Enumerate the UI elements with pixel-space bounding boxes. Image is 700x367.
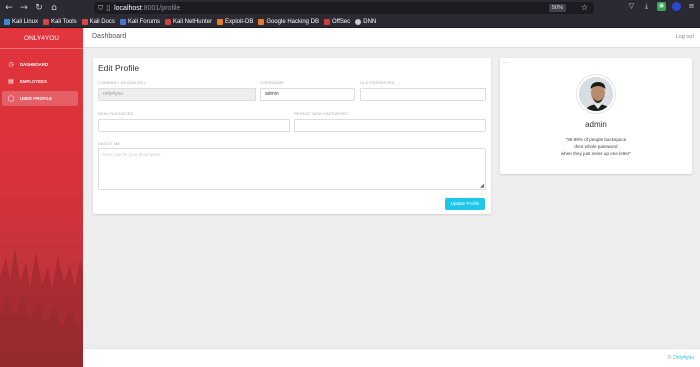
forward-icon[interactable]: →: [18, 2, 30, 14]
username-field[interactable]: admin: [260, 88, 355, 101]
download-icon[interactable]: ⤓: [642, 2, 651, 11]
sidebar-item-label: USER PROFILE: [20, 96, 53, 101]
address-bar[interactable]: ⛉ ▯ localhost:8001/profile 50% ☆: [94, 2, 594, 14]
bookmark-label: Google Hacking DB: [266, 18, 320, 25]
footer-link[interactable]: Only4you: [673, 355, 694, 361]
about-label: ABOUT ME: [98, 141, 121, 146]
quote-line: when they just mess up one letter": [560, 151, 632, 156]
back-icon[interactable]: ←: [3, 2, 15, 14]
update-profile-button[interactable]: Update Profile: [445, 198, 485, 210]
new-password-label: NEW PASSWORD: [98, 111, 134, 116]
pocket-icon[interactable]: ▽: [627, 2, 636, 11]
logout-link[interactable]: Log out: [676, 34, 694, 40]
forest-background: [0, 247, 83, 367]
top-navbar: Dashboard Log out: [83, 28, 700, 48]
bookmark-item[interactable]: Kali NetHunter: [164, 18, 212, 25]
company-field: only4you: [98, 88, 256, 101]
bookmark-favicon-icon: [324, 18, 331, 25]
bookmark-favicon-icon: [81, 18, 88, 25]
about-placeholder: Here can be your description: [103, 152, 161, 157]
bookmark-favicon-icon: [258, 18, 265, 25]
bookmark-label: Kali NetHunter: [172, 18, 212, 25]
bookmark-star-icon[interactable]: ☆: [581, 2, 588, 14]
browser-toolbar: ← → ↻ ⌂ ⛉ ▯ localhost:8001/profile 50% ☆…: [0, 0, 700, 16]
sidebar-item-label: EMPLOYEES: [20, 79, 47, 84]
url-path: :8001/profile: [141, 4, 181, 12]
username-label: USERNAME: [260, 80, 285, 85]
username-display: admin: [585, 120, 607, 129]
bookmark-label: Kali Docs: [89, 18, 115, 25]
brand-logo[interactable]: ONLY4YOU: [0, 28, 83, 49]
bookmark-label: Kali Forums: [127, 18, 160, 25]
page-title[interactable]: Dashboard: [92, 33, 126, 40]
bookmark-favicon-icon: [119, 18, 126, 25]
quote-line: "99.99% of people backspace: [565, 137, 627, 142]
shield-icon: ⛉: [98, 3, 104, 12]
new-password-field[interactable]: [98, 119, 290, 132]
bookmark-favicon-icon: [216, 18, 223, 25]
main-content: Dashboard Log out Edit Profile COMPANY (…: [83, 28, 700, 367]
quote-line: their whole password: [574, 144, 618, 149]
repeat-password-label: REPEAT NEW PASSWORD: [294, 111, 349, 116]
footer: © Only4you: [83, 348, 700, 367]
bookmark-item[interactable]: OffSec: [324, 18, 351, 25]
sidebar-item-user-profile[interactable]: ◯ USER PROFILE: [2, 91, 78, 106]
sidebar: ONLY4YOU ◷ DASHBOARD ▤ EMPLOYEES ◯ USER …: [0, 28, 83, 367]
edit-profile-card: Edit Profile COMPANY (DISABLED) only4you…: [93, 58, 491, 214]
bookmark-item[interactable]: Kali Docs: [81, 18, 115, 25]
avatar-image: [579, 77, 613, 111]
card-title: Edit Profile: [98, 63, 140, 73]
repeat-password-field[interactable]: [294, 119, 486, 132]
bookmark-item[interactable]: Kali Tools: [43, 18, 77, 25]
company-label: COMPANY (DISABLED): [98, 80, 146, 85]
menu-icon[interactable]: ≡: [687, 2, 696, 11]
clock-icon: ◷: [8, 60, 14, 68]
bookmark-favicon-icon: [355, 18, 362, 25]
sidebar-item-employees[interactable]: ▤ EMPLOYEES: [2, 74, 78, 89]
about-textarea[interactable]: Here can be your description ◢: [98, 148, 486, 190]
user-card: ... admin "99.99% of people backspace th…: [500, 58, 692, 174]
bookmark-item[interactable]: Exploit-DB: [216, 18, 254, 25]
avatar: [577, 75, 615, 113]
sidebar-item-dashboard[interactable]: ◷ DASHBOARD: [2, 57, 78, 72]
bookmark-label: Kali Tools: [51, 18, 77, 25]
home-icon[interactable]: ⌂: [48, 2, 60, 14]
bookmarks-bar: Kali Linux Kali Tools Kali Docs Kali For…: [0, 16, 700, 28]
bookmark-favicon-icon: [164, 18, 171, 25]
user-icon: ◯: [7, 94, 15, 102]
sidebar-item-label: DASHBOARD: [20, 62, 49, 67]
page: ONLY4YOU ◷ DASHBOARD ▤ EMPLOYEES ◯ USER …: [0, 28, 700, 367]
copyright-symbol: ©: [667, 355, 672, 361]
zoom-level-button[interactable]: 50%: [548, 4, 566, 12]
bookmark-label: OffSec: [332, 18, 351, 25]
bookmark-label: DNN: [363, 18, 377, 25]
bookmark-favicon-icon: [4, 18, 10, 25]
bookmark-item[interactable]: Google Hacking DB: [258, 18, 320, 25]
card-menu-dots: ...: [503, 59, 508, 65]
url-host: localhost: [114, 4, 142, 12]
sidebar-nav: ◷ DASHBOARD ▤ EMPLOYEES ◯ USER PROFILE: [0, 57, 83, 108]
bookmark-item[interactable]: DNN: [355, 18, 377, 25]
extension-icon[interactable]: ▣: [657, 2, 666, 11]
bookmark-label: Exploit-DB: [224, 18, 254, 25]
bookmark-item[interactable]: Kali Linux: [4, 18, 39, 25]
old-password-field[interactable]: [360, 88, 486, 101]
page-info-icon[interactable]: ▯: [106, 4, 110, 12]
account-icon[interactable]: [672, 2, 681, 11]
resize-handle-icon[interactable]: ◢: [480, 184, 484, 189]
bookmark-favicon-icon: [43, 18, 50, 25]
bookmark-item[interactable]: Kali Forums: [119, 18, 160, 25]
copyright: © Only4you: [668, 355, 694, 361]
old-password-label: OLD PASSWORD: [360, 80, 395, 85]
reload-icon[interactable]: ↻: [33, 2, 45, 14]
clipboard-icon: ▤: [8, 77, 14, 85]
bookmark-label: Kali Linux: [12, 18, 39, 25]
